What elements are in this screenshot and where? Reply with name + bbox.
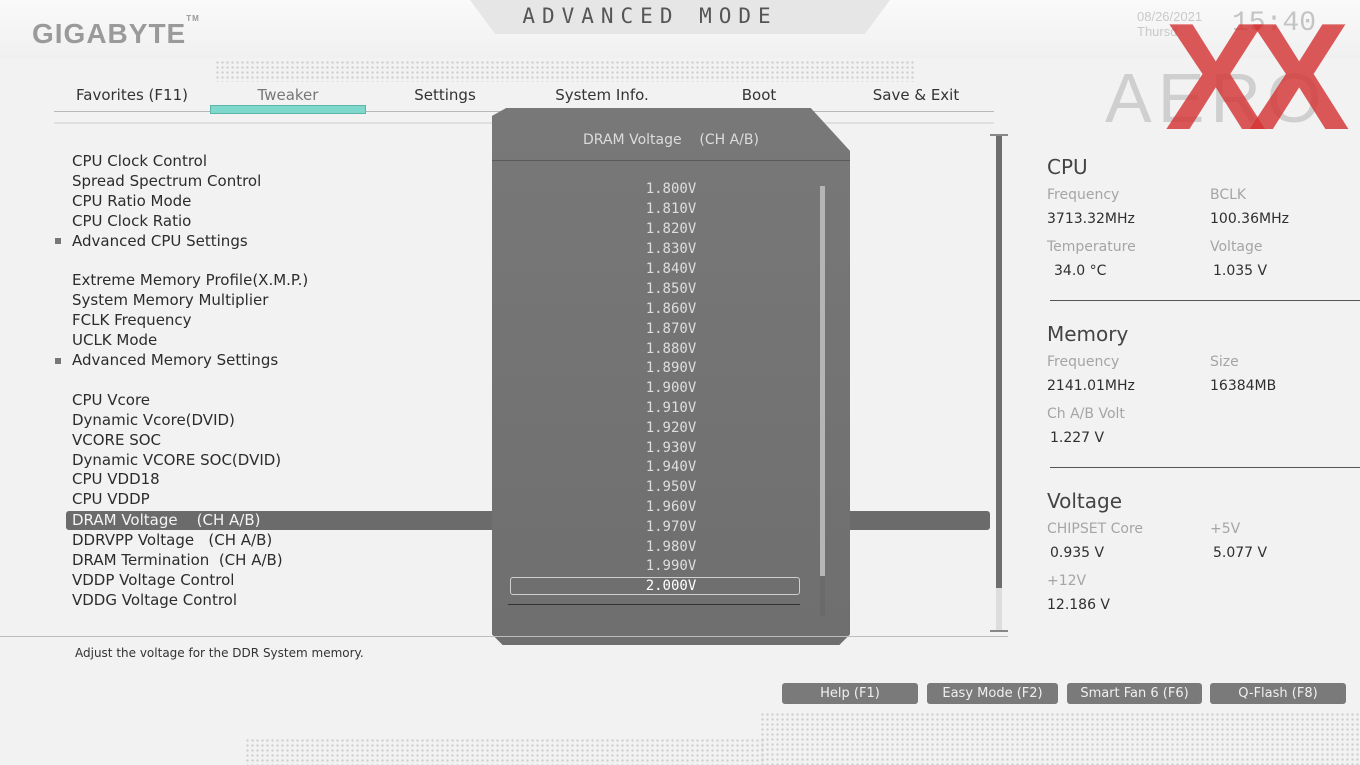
voltage-option[interactable]: 1.810V — [492, 200, 850, 218]
tab-label: Save & Exit — [872, 86, 960, 104]
voltage-option[interactable]: 1.950V — [492, 478, 850, 496]
dot-pattern — [760, 712, 1360, 765]
popup-list-divider — [508, 604, 800, 605]
tab-label: Settings — [414, 86, 476, 104]
popup-scrollbar-thumb[interactable] — [820, 186, 825, 576]
voltage-option[interactable]: 1.990V — [492, 557, 850, 575]
menu-item-fclk-frequency[interactable]: FCLK Frequency — [72, 311, 192, 330]
voltage-option[interactable]: 1.800V — [492, 180, 850, 198]
voltage-option[interactable]: 1.980V — [492, 538, 850, 556]
voltage-option[interactable]: 1.940V — [492, 458, 850, 476]
memory-section-title: Memory — [1047, 322, 1129, 346]
voltage-option-selected[interactable]: 2.000V — [492, 577, 850, 595]
voltage-option[interactable]: 1.840V — [492, 260, 850, 278]
plus12v-value: 12.186 V — [1047, 597, 1111, 613]
cpu-voltage-value: 1.035 V — [1213, 263, 1268, 279]
memory-frequency-value: 2141.01MHz — [1047, 378, 1135, 394]
popup-title-divider — [492, 160, 850, 161]
q-flash-button[interactable]: Q-Flash (F8) — [1210, 683, 1346, 704]
dram-voltage-popup[interactable]: DRAM Voltage (CH A/B) 1.800V 1.810V 1.82… — [492, 108, 850, 645]
voltage-option[interactable]: 1.880V — [492, 340, 850, 358]
memory-size-value: 16384MB — [1210, 378, 1277, 394]
cpu-temperature-label: Temperature — [1047, 239, 1136, 255]
cpu-voltage-label: Voltage — [1210, 239, 1263, 255]
gigabyte-logo: GIGABYTETM — [32, 14, 200, 49]
cpu-section-title: CPU — [1047, 155, 1088, 179]
menu-item-cpu-vcore[interactable]: CPU Vcore — [72, 391, 150, 410]
voltage-option[interactable]: 1.900V — [492, 379, 850, 397]
menu-item-vcore-soc[interactable]: VCORE SOC — [72, 431, 161, 450]
tab-label: Favorites (F11) — [76, 86, 188, 104]
voltage-section-title: Voltage — [1047, 489, 1123, 513]
popup-title: DRAM Voltage (CH A/B) — [583, 132, 759, 148]
memory-chab-volt-label: Ch A/B Volt — [1047, 406, 1125, 422]
voltage-option[interactable]: 1.890V — [492, 359, 850, 377]
voltage-option[interactable]: 1.910V — [492, 399, 850, 417]
menu-item-cpu-clock-ratio[interactable]: CPU Clock Ratio — [72, 212, 191, 231]
plus5v-value: 5.077 V — [1213, 545, 1268, 561]
help-description: Adjust the voltage for the DDR System me… — [75, 646, 364, 660]
menu-item-spread-spectrum[interactable]: Spread Spectrum Control — [72, 172, 261, 191]
cpu-frequency-label: Frequency — [1047, 187, 1120, 203]
tab-label: Tweaker — [257, 86, 319, 104]
help-divider — [0, 636, 1008, 637]
memory-chab-volt-value: 1.227 V — [1050, 430, 1105, 446]
voltage-option[interactable]: 1.960V — [492, 498, 850, 516]
submenu-bullet-icon — [55, 358, 61, 364]
watermark-logo: XX — [1165, 0, 1350, 162]
menu-item-xmp[interactable]: Extreme Memory Profile(X.M.P.) — [72, 271, 308, 290]
chipset-core-value: 0.935 V — [1050, 545, 1105, 561]
voltage-option[interactable]: 1.860V — [492, 300, 850, 318]
panel-divider — [1050, 467, 1360, 468]
menu-item-cpu-vddp[interactable]: CPU VDDP — [72, 490, 150, 509]
help-button[interactable]: Help (F1) — [782, 683, 918, 704]
menu-item-ddrvpp-voltage[interactable]: DDRVPP Voltage (CH A/B) — [72, 531, 272, 550]
voltage-option[interactable]: 1.920V — [492, 419, 850, 437]
menu-item-cpu-clock-control[interactable]: CPU Clock Control — [72, 152, 207, 171]
cpu-bclk-label: BCLK — [1210, 187, 1247, 203]
menu-item-dynamic-vcore-soc[interactable]: Dynamic VCORE SOC(DVID) — [72, 451, 281, 470]
memory-frequency-label: Frequency — [1047, 354, 1120, 370]
menu-item-advanced-cpu-settings[interactable]: Advanced CPU Settings — [72, 232, 248, 251]
menu-item-memory-multiplier[interactable]: System Memory Multiplier — [72, 291, 268, 310]
easy-mode-button[interactable]: Easy Mode (F2) — [927, 683, 1058, 704]
menu-scrollbar-thumb[interactable] — [996, 136, 1002, 588]
scrollbar-cap — [990, 134, 1008, 136]
cpu-bclk-value: 100.36MHz — [1210, 211, 1289, 227]
memory-size-label: Size — [1210, 354, 1239, 370]
menu-item-dynamic-vcore[interactable]: Dynamic Vcore(DVID) — [72, 411, 235, 430]
tab-favorites[interactable]: Favorites (F11) — [54, 86, 210, 112]
menu-item-cpu-ratio-mode[interactable]: CPU Ratio Mode — [72, 192, 191, 211]
menu-item-dram-termination[interactable]: DRAM Termination (CH A/B) — [72, 551, 283, 570]
menu-item-vddp-voltage-control[interactable]: VDDP Voltage Control — [72, 571, 234, 590]
plus5v-label: +5V — [1210, 521, 1241, 537]
chipset-core-label: CHIPSET Core — [1047, 521, 1144, 537]
cpu-temperature-value: 34.0 °C — [1054, 263, 1107, 279]
tab-save-exit[interactable]: Save & Exit — [838, 86, 994, 112]
scrollbar-cap — [990, 630, 1008, 632]
voltage-option[interactable]: 1.930V — [492, 439, 850, 457]
voltage-option[interactable]: 1.830V — [492, 240, 850, 258]
tab-label: System Info. — [555, 86, 649, 104]
plus12v-label: +12V — [1047, 573, 1087, 589]
dot-pattern — [245, 738, 765, 765]
voltage-option[interactable]: 1.820V — [492, 220, 850, 238]
menu-item-dram-voltage[interactable]: DRAM Voltage (CH A/B) — [72, 511, 261, 530]
smart-fan-button[interactable]: Smart Fan 6 (F6) — [1067, 683, 1202, 704]
tab-tweaker[interactable]: Tweaker — [210, 86, 366, 114]
tab-label: Boot — [741, 86, 777, 104]
panel-divider — [1050, 300, 1360, 301]
tab-settings[interactable]: Settings — [366, 86, 524, 112]
cpu-frequency-value: 3713.32MHz — [1047, 211, 1135, 227]
menu-item-uclk-mode[interactable]: UCLK Mode — [72, 331, 157, 350]
dot-pattern — [215, 60, 915, 82]
voltage-option[interactable]: 1.850V — [492, 280, 850, 298]
advanced-mode-title: ADVANCED MODE — [522, 4, 778, 28]
menu-item-advanced-memory-settings[interactable]: Advanced Memory Settings — [72, 351, 278, 370]
menu-item-vddg-voltage-control[interactable]: VDDG Voltage Control — [72, 591, 237, 610]
menu-item-cpu-vdd18[interactable]: CPU VDD18 — [72, 470, 160, 489]
submenu-bullet-icon — [55, 238, 61, 244]
voltage-option[interactable]: 1.970V — [492, 518, 850, 536]
voltage-option[interactable]: 1.870V — [492, 320, 850, 338]
